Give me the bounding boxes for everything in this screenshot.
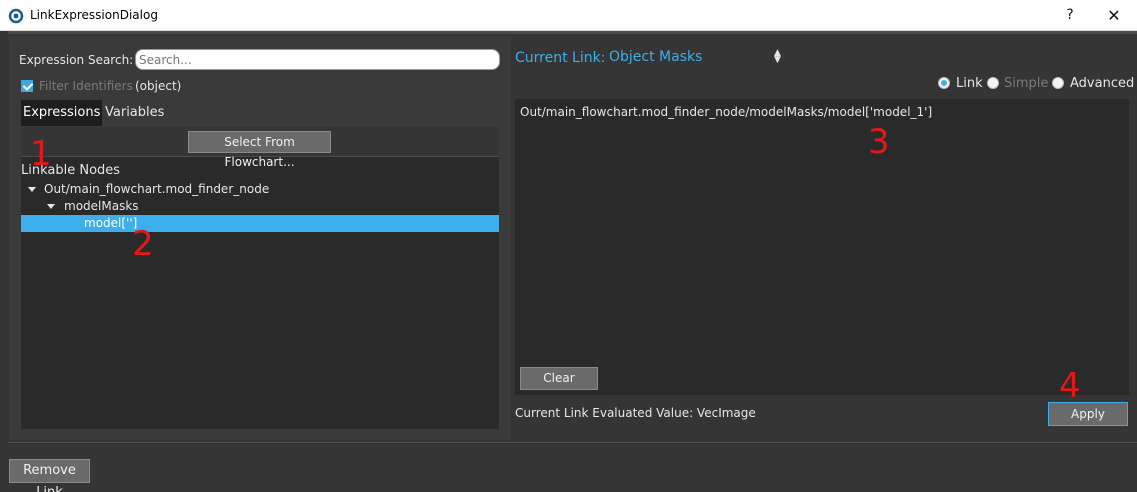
- expression-search-input[interactable]: [135, 49, 500, 70]
- expand-arrow-icon[interactable]: [47, 204, 55, 209]
- tree-item-label: Out/main_flowchart.mod_finder_node: [44, 182, 270, 196]
- tab-expressions[interactable]: Expressions: [21, 100, 102, 126]
- tree-item-modelmasks[interactable]: modelMasks: [21, 198, 499, 215]
- evaluated-value-label: Current Link Evaluated Value: VecImage: [515, 406, 756, 420]
- simple-mode-radio[interactable]: [987, 77, 999, 89]
- current-link-value: Object Masks: [609, 49, 703, 65]
- expand-arrow-icon[interactable]: [28, 187, 36, 192]
- remove-link-button[interactable]: Remove Link: [9, 459, 90, 492]
- select-from-flowchart-button[interactable]: Select From Flowchart...: [188, 131, 331, 169]
- advanced-mode-label: Advanced: [1070, 76, 1135, 91]
- annotation-marker-2: 2: [132, 224, 154, 264]
- updown-arrows-icon: ▲ ▼: [774, 48, 781, 65]
- annotation-marker-1: 1: [30, 134, 52, 174]
- link-mode-radio[interactable]: [938, 77, 950, 89]
- top-divider: [8, 31, 1137, 34]
- filter-identifiers-checkbox[interactable]: [21, 80, 33, 92]
- clear-button[interactable]: Clear: [520, 367, 598, 390]
- expression-text: Out/main_flowchart.mod_finder_node/model…: [520, 105, 933, 119]
- expression-search-label: Expression Search:: [19, 53, 134, 67]
- tree-item-label: modelMasks: [64, 199, 139, 213]
- annotation-marker-3: 3: [868, 122, 890, 162]
- current-link-select[interactable]: Object Masks ▲ ▼: [607, 48, 787, 69]
- tab-variables-in[interactable]: Variables In: [103, 100, 166, 146]
- title-bar: LinkExpressionDialog ? ✕: [0, 0, 1137, 31]
- expressions-tab-content: Select From Flowchart... Linkable Nodes …: [21, 127, 499, 429]
- expression-editor[interactable]: Out/main_flowchart.mod_finder_node/model…: [515, 99, 1129, 395]
- close-button[interactable]: ✕: [1092, 0, 1136, 31]
- tree-item-node[interactable]: Out/main_flowchart.mod_finder_node: [21, 181, 499, 198]
- annotation-marker-4: 4: [1059, 366, 1081, 406]
- tree-item-model[interactable]: model['']: [21, 215, 499, 232]
- advanced-mode-radio[interactable]: [1052, 77, 1064, 89]
- help-button[interactable]: ?: [1048, 0, 1092, 31]
- flowchart-toolbar: Select From Flowchart...: [21, 127, 499, 169]
- link-mode-label: Link: [956, 76, 983, 91]
- filter-identifiers-label: Filter Identifiers: [39, 79, 133, 93]
- tree-item-label: model['']: [84, 216, 138, 230]
- object-type-label: (object): [135, 79, 182, 93]
- simple-mode-label: Simple: [1004, 76, 1049, 91]
- app-icon: [8, 8, 24, 24]
- bottom-divider: [8, 442, 1137, 443]
- window-title: LinkExpressionDialog: [30, 8, 158, 22]
- current-link-label: Current Link:: [515, 50, 606, 66]
